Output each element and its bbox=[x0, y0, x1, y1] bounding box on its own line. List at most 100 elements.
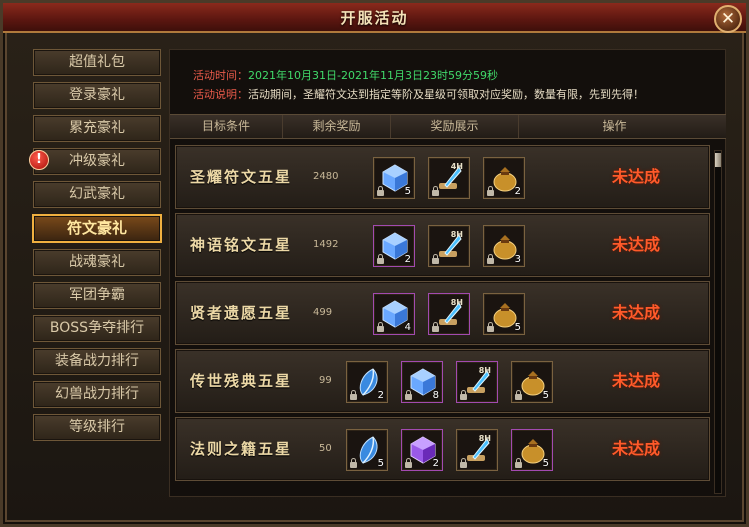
sidebar-item[interactable]: 幻兽战力排行 bbox=[33, 381, 161, 408]
reward-item-slot[interactable]: 3 bbox=[483, 225, 525, 267]
reward-item-slot[interactable]: 8H bbox=[456, 361, 498, 403]
lock-icon bbox=[350, 390, 357, 400]
reward-item-slot[interactable]: 4H bbox=[428, 157, 470, 199]
lock-icon bbox=[405, 390, 412, 400]
sidebar-item[interactable]: 符文豪礼 bbox=[32, 214, 162, 243]
remaining-count: 499 bbox=[313, 307, 333, 318]
item-quantity: 2 bbox=[514, 186, 521, 197]
sidebar-item[interactable]: 冲级豪礼! bbox=[29, 148, 161, 175]
sidebar-item-label: 幻武豪礼 bbox=[69, 186, 125, 202]
reward-item-slot[interactable]: 8H bbox=[428, 293, 470, 335]
sidebar-item-label: 登录豪礼 bbox=[69, 87, 125, 103]
scrollbar-thumb[interactable] bbox=[715, 153, 721, 167]
lock-icon bbox=[377, 186, 384, 196]
item-quantity: 3 bbox=[514, 254, 521, 265]
sidebar-item[interactable]: 累充豪礼 bbox=[33, 115, 161, 142]
lock-icon bbox=[515, 390, 522, 400]
lock-icon bbox=[487, 186, 494, 196]
header-rewards: 奖励展示 bbox=[391, 115, 519, 138]
reward-item-slot[interactable]: 8H bbox=[428, 225, 470, 267]
duration-tag: 8H bbox=[478, 366, 491, 375]
header-action: 操作 bbox=[602, 119, 627, 133]
target-condition: 神语铭文五星 bbox=[190, 236, 293, 254]
reward-row: 贤者遗愿五星 499 4 8H 5 未达成 bbox=[175, 281, 710, 345]
lock-icon bbox=[432, 254, 439, 264]
sidebar-item-label: 装备战力排行 bbox=[55, 353, 139, 369]
reward-row: 圣耀符文五星 2480 5 4H 2 未达成 bbox=[175, 145, 710, 209]
lock-icon bbox=[487, 254, 494, 264]
header-target: 目标条件 bbox=[170, 115, 283, 138]
reward-item-slot[interactable]: 2 bbox=[401, 429, 443, 471]
reward-item-slot[interactable]: 5 bbox=[483, 293, 525, 335]
time-label: 活动时间： bbox=[193, 69, 248, 82]
lock-icon bbox=[432, 322, 439, 332]
status-button[interactable]: 未达成 bbox=[612, 350, 660, 412]
lock-icon bbox=[377, 322, 384, 332]
sidebar-item[interactable]: 幻武豪礼 bbox=[33, 181, 161, 208]
sidebar-item-label: 战魂豪礼 bbox=[69, 254, 125, 270]
reward-item-slot[interactable]: 8 bbox=[401, 361, 443, 403]
remaining-count: 1492 bbox=[313, 239, 339, 250]
reward-item-slot[interactable]: 5 bbox=[346, 429, 388, 471]
reward-item-slot[interactable]: 8H bbox=[456, 429, 498, 471]
lock-icon bbox=[377, 254, 384, 264]
reward-row: 传世残典五星 99 2 8 8H 5 未达成 bbox=[175, 349, 710, 413]
item-quantity: 5 bbox=[542, 390, 549, 401]
item-quantity: 8 bbox=[432, 390, 439, 401]
duration-tag: 8H bbox=[450, 298, 463, 307]
reward-item-slot[interactable]: 5 bbox=[511, 361, 553, 403]
activity-info: 活动时间：2021年10月31日-2021年11月3日23时59分59秒 活动说… bbox=[178, 58, 726, 110]
reward-item-slot[interactable]: 2 bbox=[346, 361, 388, 403]
lock-icon bbox=[350, 458, 357, 468]
sidebar-item[interactable]: 装备战力排行 bbox=[33, 348, 161, 375]
sidebar-item[interactable]: 登录豪礼 bbox=[33, 82, 161, 109]
sidebar-item[interactable]: 超值礼包 bbox=[33, 49, 161, 76]
reward-row: 神语铭文五星 1492 2 8H 3 未达成 bbox=[175, 213, 710, 277]
reward-item-slot[interactable]: 2 bbox=[483, 157, 525, 199]
close-button[interactable]: ✕ bbox=[714, 5, 742, 33]
reward-item-slot[interactable]: 5 bbox=[373, 157, 415, 199]
sidebar: 超值礼包登录豪礼累充豪礼冲级豪礼! 幻武豪礼符文豪礼战魂豪礼军团争霸 BOSS争夺排… bbox=[29, 49, 164, 447]
duration-tag: 8H bbox=[478, 434, 491, 443]
target-condition: 圣耀符文五星 bbox=[190, 168, 293, 186]
lock-icon bbox=[405, 458, 412, 468]
scrollbar[interactable] bbox=[714, 150, 722, 494]
target-condition: 传世残典五星 bbox=[190, 372, 293, 390]
lock-icon bbox=[515, 458, 522, 468]
status-button[interactable]: 未达成 bbox=[612, 214, 660, 276]
reward-item-slot[interactable]: 5 bbox=[511, 429, 553, 471]
item-quantity: 5 bbox=[377, 458, 384, 469]
lock-icon bbox=[460, 390, 467, 400]
lock-icon bbox=[460, 458, 467, 468]
reward-item-slot[interactable]: 2 bbox=[373, 225, 415, 267]
main-panel: 活动时间：2021年10月31日-2021年11月3日23时59分59秒 活动说… bbox=[169, 49, 726, 497]
reward-row: 法则之籍五星 50 5 2 8H 5 未达成 bbox=[175, 417, 710, 481]
sidebar-item-label: 冲级豪礼 bbox=[69, 153, 125, 169]
sidebar-item-label: 等级排行 bbox=[69, 419, 125, 435]
status-button[interactable]: 未达成 bbox=[612, 282, 660, 344]
item-quantity: 5 bbox=[542, 458, 549, 469]
sidebar-item[interactable]: 军团争霸 bbox=[33, 282, 161, 309]
sidebar-item-label: 累充豪礼 bbox=[69, 120, 125, 136]
lock-icon bbox=[487, 322, 494, 332]
sidebar-item-label: 军团争霸 bbox=[69, 287, 125, 303]
item-quantity: 2 bbox=[377, 390, 384, 401]
reward-item-slot[interactable]: 4 bbox=[373, 293, 415, 335]
sidebar-item[interactable]: BOSS争夺排行 bbox=[33, 315, 161, 342]
reward-list[interactable]: 圣耀符文五星 2480 5 4H 2 未达成 神语铭文五星 1492 2 8H 3 未达成 贤者遗愿五星… bbox=[175, 145, 712, 495]
status-button[interactable]: 未达成 bbox=[612, 418, 660, 480]
status-button[interactable]: 未达成 bbox=[612, 146, 660, 208]
sidebar-item[interactable]: 战魂豪礼 bbox=[33, 249, 161, 276]
sidebar-item[interactable]: 等级排行 bbox=[33, 414, 161, 441]
desc-value: 活动期间，圣耀符文达到指定等阶及星级可领取对应奖励，数量有限，先到先得！ bbox=[248, 88, 644, 101]
item-quantity: 2 bbox=[432, 458, 439, 469]
duration-tag: 4H bbox=[450, 162, 463, 171]
item-quantity: 5 bbox=[514, 322, 521, 333]
remaining-count: 50 bbox=[319, 443, 332, 454]
target-condition: 贤者遗愿五星 bbox=[190, 304, 293, 322]
item-quantity: 5 bbox=[404, 186, 411, 197]
lock-icon bbox=[432, 186, 439, 196]
desc-label: 活动说明： bbox=[193, 88, 248, 101]
sidebar-item-label: 超值礼包 bbox=[69, 54, 125, 70]
duration-tag: 8H bbox=[450, 230, 463, 239]
